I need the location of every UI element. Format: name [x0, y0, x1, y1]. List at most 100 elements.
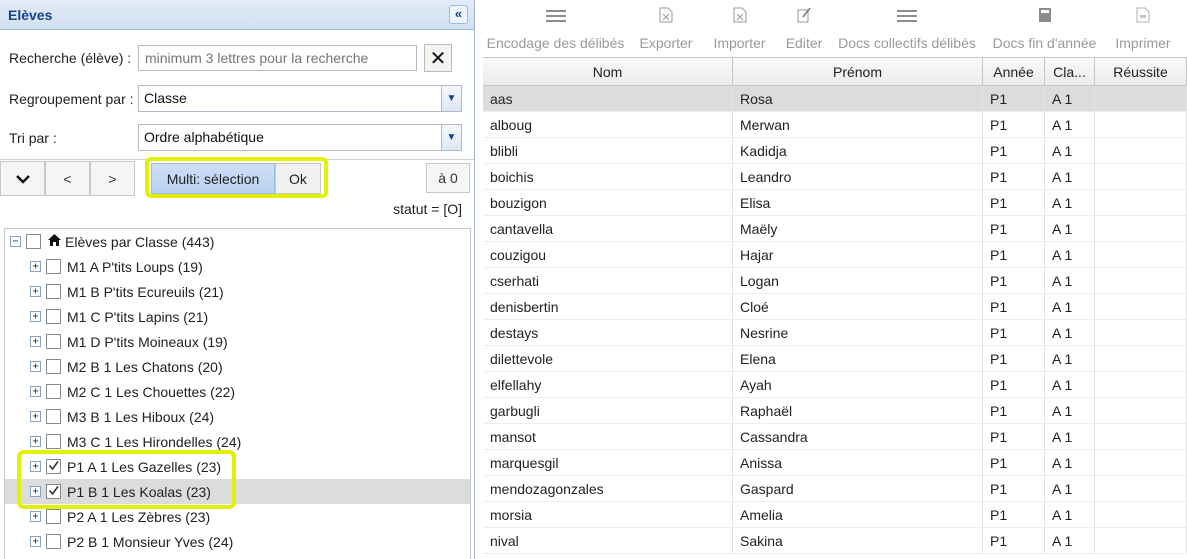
expand-all-button[interactable] [0, 161, 45, 196]
table-row[interactable]: cserhati Logan P1 A 1 [483, 268, 1187, 294]
column-header[interactable]: Nom [483, 58, 733, 85]
tree-node[interactable]: + P1 B 1 Les Koalas (23) [5, 479, 470, 504]
home-icon [47, 233, 62, 251]
table-row[interactable]: garbugli Raphaël P1 A 1 [483, 398, 1187, 424]
grid-toolbar: Encodage des délibés Exporter Importer Edit… [483, 0, 1187, 56]
expand-icon[interactable]: + [30, 361, 41, 372]
collapse-icon[interactable]: − [10, 236, 21, 247]
toolbar-button[interactable]: Editer [785, 0, 823, 56]
tree-node[interactable]: + M3 C 1 Les Hirondelles (24) [5, 429, 470, 454]
table-row[interactable]: destays Nesrine P1 A 1 [483, 320, 1187, 346]
tree-node[interactable]: + P2 B 1 Monsieur Yves (24) [5, 529, 470, 554]
table-row[interactable]: mendozagonzales Gaspard P1 A 1 [483, 476, 1187, 502]
table-row[interactable]: nival Sakina P1 A 1 [483, 528, 1187, 554]
grouping-select[interactable]: Classe ▼ [138, 85, 462, 112]
checkbox[interactable] [46, 534, 61, 549]
checkbox[interactable] [46, 409, 61, 424]
toolbar-button[interactable]: Encodage des délibés [487, 0, 624, 56]
table-row[interactable]: marquesgil Anissa P1 A 1 [483, 450, 1187, 476]
multi-selection-button[interactable]: Multi: sélection [151, 163, 275, 194]
toolbar-button[interactable]: Importer [712, 0, 767, 56]
checkbox[interactable] [46, 334, 61, 349]
expand-icon[interactable]: + [30, 336, 41, 347]
expand-icon[interactable]: + [30, 411, 41, 422]
expand-icon[interactable]: + [30, 511, 41, 522]
grid-body: aas Rosa P1 A 1 alboug Merwan P1 A 1 blibli Kadid… [483, 86, 1187, 554]
tree-node[interactable]: + M2 C 1 Les Chouettes (22) [5, 379, 470, 404]
table-row[interactable]: dilettevole Elena P1 A 1 [483, 346, 1187, 372]
checkbox[interactable] [26, 234, 41, 249]
expand-icon[interactable]: + [30, 536, 41, 547]
expand-icon[interactable]: + [30, 461, 41, 472]
expand-icon[interactable]: + [30, 261, 41, 272]
table-row[interactable]: boichis Leandro P1 A 1 [483, 164, 1187, 190]
previous-button[interactable]: < [45, 161, 90, 196]
clear-search-button[interactable]: ✕ [424, 44, 452, 72]
checkbox[interactable] [46, 384, 61, 399]
table-row[interactable]: elfellahy Ayah P1 A 1 [483, 372, 1187, 398]
check-icon [48, 461, 59, 471]
tree-node[interactable]: + P2 A 1 Les Zèbres (23) [5, 504, 470, 529]
checkbox[interactable] [46, 309, 61, 324]
count-button[interactable]: à 0 [426, 163, 470, 193]
table-cell: P1 [983, 320, 1045, 345]
table-row[interactable]: morsia Amelia P1 A 1 [483, 502, 1187, 528]
table-cell: A 1 [1045, 476, 1095, 501]
table-cell: A 1 [1045, 112, 1095, 137]
toolbar-button[interactable]: Docs collectifs délibés [838, 0, 976, 56]
checkbox[interactable] [46, 284, 61, 299]
table-cell: cantavella [483, 216, 733, 241]
next-button[interactable]: > [90, 161, 135, 196]
expand-icon[interactable]: + [30, 386, 41, 397]
table-row[interactable]: alboug Merwan P1 A 1 [483, 112, 1187, 138]
tree-node[interactable]: + M1 C P'tits Lapins (21) [5, 304, 470, 329]
table-row[interactable]: aas Rosa P1 A 1 [483, 86, 1187, 112]
toolbar-button[interactable]: Exporter [640, 0, 692, 56]
table-cell: nival [483, 528, 733, 553]
tree-node[interactable]: + M1 A P'tits Loups (19) [5, 254, 470, 279]
checkbox[interactable] [46, 509, 61, 524]
expand-icon[interactable]: + [30, 486, 41, 497]
tree-node[interactable]: + M1 B P'tits Ecureuils (21) [5, 279, 470, 304]
checkbox[interactable] [46, 359, 61, 374]
tree-node-label: M2 B 1 Les Chatons (20) [67, 358, 223, 375]
column-header[interactable]: Réussite [1095, 58, 1187, 85]
checkbox[interactable] [46, 484, 61, 499]
tree-node[interactable]: + M2 B 1 Les Chatons (20) [5, 354, 470, 379]
table-row[interactable]: mansot Cassandra P1 A 1 [483, 424, 1187, 450]
table-row[interactable]: bouzigon Elisa P1 A 1 [483, 190, 1187, 216]
expand-icon[interactable]: + [30, 436, 41, 447]
table-row[interactable]: couzigou Hajar P1 A 1 [483, 242, 1187, 268]
table-cell: blibli [483, 138, 733, 163]
sort-select[interactable]: Ordre alphabétique ▼ [138, 124, 462, 151]
table-row[interactable]: cantavella Maëly P1 A 1 [483, 216, 1187, 242]
tree-node-label: M3 C 1 Les Hirondelles (24) [67, 433, 242, 450]
tree-node[interactable]: + P1 A 1 Les Gazelles (23) [5, 454, 470, 479]
column-header[interactable]: Cla... [1045, 58, 1095, 85]
checkbox[interactable] [46, 259, 61, 274]
table-row[interactable]: blibli Kadidja P1 A 1 [483, 138, 1187, 164]
table-cell: P1 [983, 268, 1045, 293]
checkbox[interactable] [46, 434, 61, 449]
ok-button[interactable]: Ok [275, 163, 321, 194]
toolbar-button[interactable]: Docs fin d'année [993, 0, 1096, 56]
chevron-down-icon[interactable]: ▼ [441, 125, 461, 150]
tree-node-label: M1 A P'tits Loups (19) [67, 258, 203, 275]
expand-icon[interactable]: + [30, 286, 41, 297]
search-input[interactable] [138, 45, 417, 71]
list-icon [545, 6, 566, 28]
toolbar-button[interactable]: Imprimer [1115, 0, 1171, 56]
checkbox[interactable] [46, 459, 61, 474]
tree-node[interactable]: + M1 D P'tits Moineaux (19) [5, 329, 470, 354]
column-header[interactable]: Année [983, 58, 1045, 85]
table-row[interactable]: denisbertin Cloé P1 A 1 [483, 294, 1187, 320]
collapse-panel-button[interactable]: « [449, 5, 468, 24]
column-header[interactable]: Prénom [733, 58, 983, 85]
expand-icon[interactable]: + [30, 311, 41, 322]
tree-node[interactable]: + M3 B 1 Les Hiboux (24) [5, 404, 470, 429]
toolbar-button-label: Editer [785, 35, 823, 51]
tree-node-label: P1 A 1 Les Gazelles (23) [67, 458, 222, 475]
table-cell: Anissa [733, 450, 983, 475]
tree-root[interactable]: − Elèves par Classe (443) [5, 229, 470, 254]
chevron-down-icon[interactable]: ▼ [441, 86, 461, 111]
